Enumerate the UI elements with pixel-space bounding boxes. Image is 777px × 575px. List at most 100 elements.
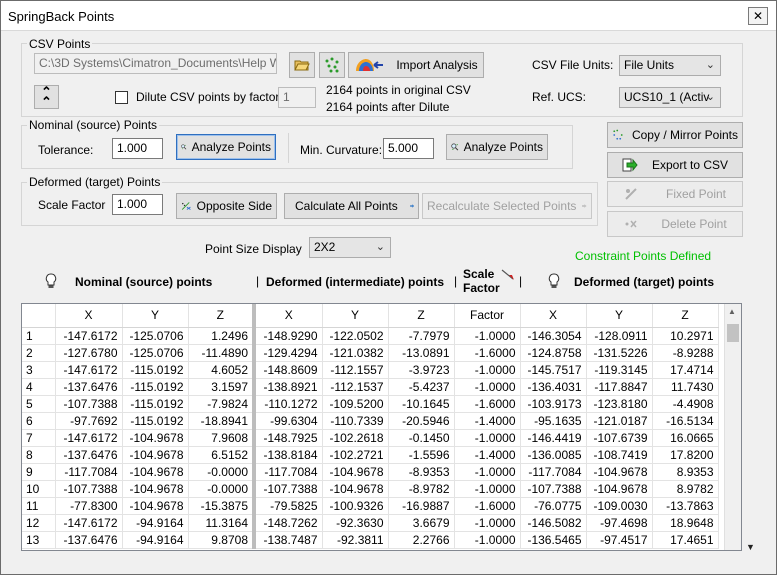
row-index-cell[interactable]: 13 [22,531,56,549]
table-cell[interactable]: -8.9782 [388,480,455,498]
table-cell[interactable]: -18.8941 [188,412,256,430]
scale-factor-field[interactable]: 1.000 [112,194,163,215]
table-cell[interactable]: -148.7925 [254,429,323,447]
table-cell[interactable]: 3.1597 [188,378,256,396]
table-cell[interactable]: -110.7339 [322,412,389,430]
table-cell[interactable]: -117.7084 [55,463,123,481]
table-cell[interactable]: 17.4651 [652,531,719,549]
row-index-cell[interactable]: 5 [22,395,56,413]
table-row[interactable]: 9 -117.7084 -104.9678 -0.0000 -117.7084 -104.… [22,463,719,481]
export-csv-button[interactable]: Export to CSV [607,152,743,178]
column-header[interactable]: Z [188,304,256,328]
table-cell[interactable]: 17.4714 [652,361,719,379]
table-cell[interactable]: -109.5200 [322,395,389,413]
column-header[interactable]: Z [652,304,719,328]
scroll-thumb[interactable] [727,324,739,342]
table-cell[interactable]: 9.8708 [188,531,256,549]
table-cell[interactable]: 11.7430 [652,378,719,396]
table-cell[interactable]: -146.5082 [520,514,587,532]
column-header[interactable]: Y [586,304,653,328]
table-cell[interactable]: -127.6780 [55,344,123,362]
table-cell[interactable]: -147.6172 [55,327,123,345]
close-icon[interactable]: ✕ [748,7,768,25]
points-table[interactable]: X Y Z X Y Z Factor X Y Z 1 -147.6172 -125.… [21,303,742,551]
table-cell[interactable]: -146.4419 [520,429,587,447]
column-header[interactable]: Y [122,304,189,328]
table-cell[interactable]: -104.9678 [586,480,653,498]
table-cell[interactable]: -1.4000 [454,446,521,464]
dilute-checkbox[interactable] [115,91,128,104]
table-cell[interactable]: -136.0085 [520,446,587,464]
table-cell[interactable]: -1.6000 [454,497,521,515]
table-row[interactable]: 1 -147.6172 -125.0706 1.2496 -148.9290 -122.0… [22,327,719,345]
analyze-points-button-curvature[interactable]: Analyze Points [446,134,548,160]
table-cell[interactable]: -137.6476 [55,378,123,396]
table-cell[interactable]: -112.1557 [322,361,389,379]
table-cell[interactable]: -146.3054 [520,327,587,345]
table-row[interactable]: 3 -147.6172 -115.0192 4.6052 -148.8609 -112.1… [22,361,719,379]
table-cell[interactable]: 6.5152 [188,446,256,464]
table-cell[interactable]: -104.9678 [122,446,189,464]
table-cell[interactable]: -129.4294 [254,344,323,362]
table-cell[interactable]: -1.0000 [454,327,521,345]
ucs-select[interactable]: UCS10_1 (Activ ⌄ [619,87,721,108]
table-cell[interactable]: -107.7388 [254,480,323,498]
table-cell[interactable]: -1.0000 [454,429,521,447]
table-cell[interactable]: -104.9678 [122,463,189,481]
table-cell[interactable]: -4.4908 [652,395,719,413]
table-cell[interactable]: -128.0911 [586,327,653,345]
table-cell[interactable]: 8.9353 [652,463,719,481]
import-analysis-button[interactable]: Import Analysis [348,52,484,78]
table-cell[interactable]: -107.7388 [55,395,123,413]
table-cell[interactable]: -8.9353 [388,463,455,481]
table-row[interactable]: 7 -147.6172 -104.9678 7.9608 -148.7925 -102.2… [22,429,719,447]
row-index-cell[interactable]: 10 [22,480,56,498]
calculate-all-button[interactable]: Calculate All Points [284,193,419,219]
table-cell[interactable]: -0.0000 [188,480,256,498]
table-cell[interactable]: -1.0000 [454,480,521,498]
table-cell[interactable]: -117.8847 [586,378,653,396]
table-cell[interactable]: -115.0192 [122,395,189,413]
delete-point-button[interactable]: Delete Point [607,211,743,237]
column-header[interactable]: Z [388,304,455,328]
table-cell[interactable]: -121.0187 [586,412,653,430]
table-cell[interactable]: -122.0502 [322,327,389,345]
table-cell[interactable]: -107.6739 [586,429,653,447]
table-cell[interactable]: 7.9608 [188,429,256,447]
table-cell[interactable]: -138.7487 [254,531,323,549]
table-cell[interactable]: 2.2766 [388,531,455,549]
column-header[interactable]: X [254,304,323,328]
table-cell[interactable]: -7.9824 [188,395,256,413]
table-cell[interactable]: -13.7863 [652,497,719,515]
table-cell[interactable]: -94.9164 [122,514,189,532]
point-size-select[interactable]: 2X2 ⌄ [309,237,391,258]
table-row[interactable]: 5 -107.7388 -115.0192 -7.9824 -110.1272 -109.… [22,395,719,413]
row-index-cell[interactable]: 7 [22,429,56,447]
table-row[interactable]: 6 -97.7692 -115.0192 -18.8941 -99.6304 -110.7… [22,412,719,430]
table-cell[interactable]: -104.9678 [322,463,389,481]
table-cell[interactable]: -104.9678 [122,497,189,515]
table-cell[interactable]: -1.6000 [454,344,521,362]
tolerance-field[interactable]: 1.000 [112,138,163,159]
table-row[interactable]: 13 -137.6476 -94.9164 9.8708 -138.7487 -92.38… [22,531,719,549]
table-cell[interactable]: -131.5226 [586,344,653,362]
collapse-button[interactable]: ⌃ ⌃ [34,85,59,109]
table-cell[interactable]: -20.5946 [388,412,455,430]
table-cell[interactable]: -92.3630 [322,514,389,532]
table-cell[interactable]: -104.9678 [122,429,189,447]
table-cell[interactable]: -1.4000 [454,412,521,430]
column-header[interactable]: Factor [454,304,521,328]
table-cell[interactable]: -1.0000 [454,378,521,396]
table-cell[interactable]: -117.7084 [254,463,323,481]
vertical-scrollbar[interactable]: ▲ [724,304,741,550]
table-cell[interactable]: -145.7517 [520,361,587,379]
table-cell[interactable]: -15.3875 [188,497,256,515]
table-cell[interactable]: -125.0706 [122,344,189,362]
table-row[interactable]: 10 -107.7388 -104.9678 -0.0000 -107.7388 -104… [22,480,719,498]
table-cell[interactable]: -1.0000 [454,463,521,481]
table-cell[interactable]: 18.9648 [652,514,719,532]
table-cell[interactable]: -125.0706 [122,327,189,345]
table-cell[interactable]: -99.6304 [254,412,323,430]
column-header[interactable]: Y [322,304,389,328]
bulb-icon[interactable] [45,273,57,289]
